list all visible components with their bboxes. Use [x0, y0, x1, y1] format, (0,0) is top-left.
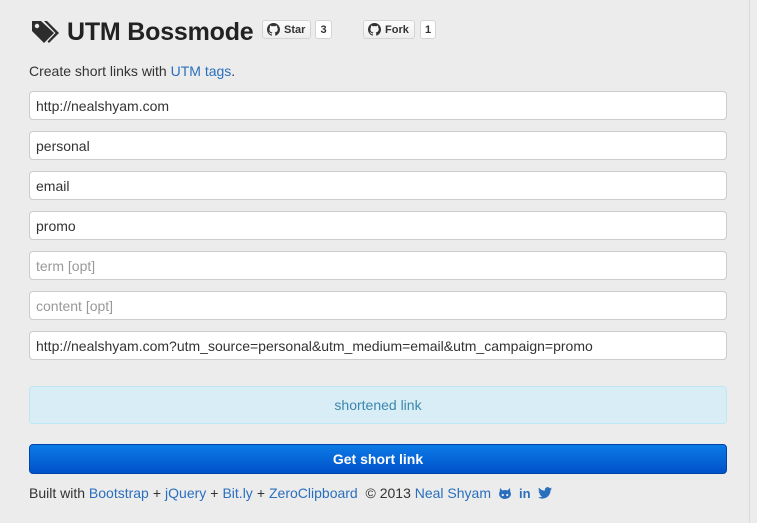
twitter-social-link[interactable] [537, 487, 552, 499]
utm-tags-link[interactable]: UTM tags [171, 63, 232, 79]
github-icon [499, 487, 511, 499]
jquery-link[interactable]: jQuery [165, 485, 206, 501]
intro-label: Create short links with [29, 63, 171, 79]
url-input[interactable] [29, 91, 727, 120]
author-link[interactable]: Neal Shyam [415, 485, 491, 501]
plus-separator: + [210, 485, 219, 501]
github-fork-button[interactable]: Fork [363, 20, 415, 39]
get-short-link-button[interactable]: Get short link [29, 444, 727, 474]
github-icon [368, 23, 381, 36]
window-edge [749, 0, 750, 523]
shortened-link-label: shortened link [334, 397, 422, 413]
plus-separator: + [152, 485, 162, 501]
star-count[interactable]: 3 [315, 20, 332, 39]
result-url-field[interactable] [29, 331, 727, 360]
page-title: UTM Bossmode [67, 17, 254, 46]
fork-count[interactable]: 1 [420, 20, 436, 39]
campaign-input[interactable] [29, 211, 727, 240]
github-icon [267, 23, 280, 36]
plus-separator: + [256, 485, 265, 501]
medium-input[interactable] [29, 171, 727, 200]
shortened-link-box: shortened link [29, 386, 727, 424]
star-label: Star [284, 23, 306, 36]
github-social-link[interactable] [498, 487, 512, 500]
bitly-link[interactable]: Bit.ly [222, 485, 252, 501]
fork-label: Fork [385, 23, 409, 36]
zeroclipboard-link[interactable]: ZeroClipboard [269, 485, 358, 501]
intro-text: Create short links with UTM tags. [29, 63, 235, 79]
content-input[interactable] [29, 291, 727, 320]
footer: Built with Bootstrap + jQuery + Bit.ly + Ze… [29, 485, 552, 501]
twitter-icon [537, 487, 552, 499]
tags-icon [29, 18, 61, 46]
built-with-label: Built with [29, 485, 86, 501]
bootstrap-link[interactable]: Bootstrap [89, 485, 149, 501]
source-input[interactable] [29, 131, 727, 160]
term-input[interactable] [29, 251, 727, 280]
copyright-text: © 2013 [365, 485, 411, 501]
linkedin-icon[interactable]: in [519, 486, 531, 501]
github-star-button[interactable]: Star [262, 20, 312, 39]
page-header: UTM Bossmode [29, 16, 254, 48]
intro-period: . [231, 63, 236, 79]
